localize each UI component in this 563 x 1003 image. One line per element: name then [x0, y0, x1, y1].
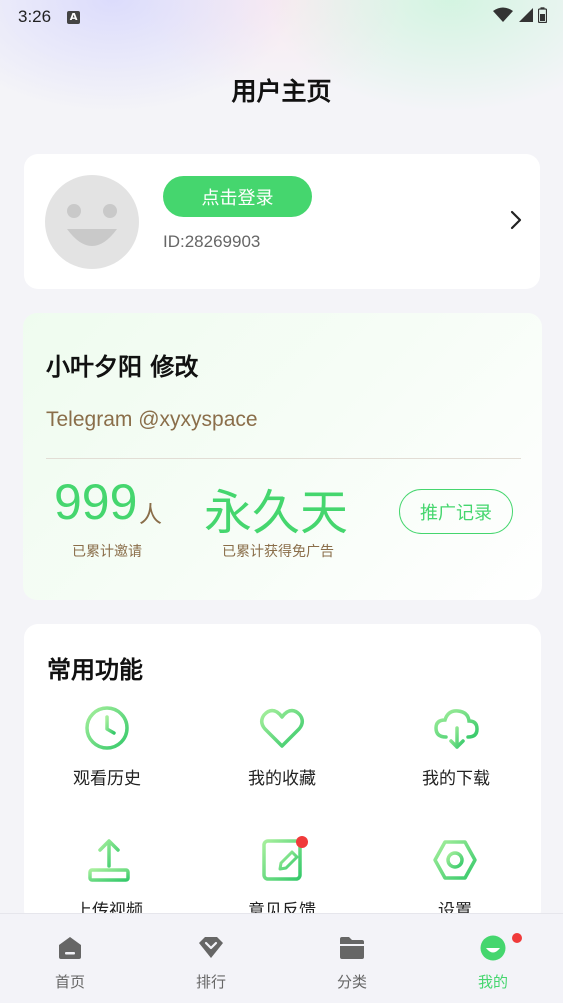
profile-icon	[480, 935, 506, 961]
function-settings[interactable]: 设置	[380, 836, 530, 921]
tab-home[interactable]: 首页	[0, 914, 140, 1003]
invite-label: 已累计邀请	[72, 544, 142, 560]
login-button[interactable]: 点击登录	[163, 176, 312, 217]
status-time: 3:26	[18, 7, 52, 26]
notification-icon: A	[67, 10, 81, 24]
promo-subtitle: Telegram @xyxyspace	[46, 408, 258, 431]
signal-icon	[519, 8, 533, 22]
settings-icon	[433, 840, 477, 880]
function-label: 我的收藏	[248, 769, 316, 789]
functions-card: 常用功能 观看历史 我的收藏 我的下载 上传视频 意见反馈 设置	[24, 624, 541, 924]
mine-badge	[512, 933, 522, 943]
page-title: 用户主页	[231, 77, 332, 106]
clock-icon	[85, 706, 129, 750]
wifi-icon	[493, 7, 513, 22]
folder-icon	[340, 937, 364, 959]
tab-ranking[interactable]: 排行	[141, 914, 281, 1003]
function-downloads[interactable]: 我的下载	[381, 704, 531, 789]
status-bar: 3:26 A	[0, 0, 563, 34]
smiley-avatar-icon	[67, 204, 117, 246]
login-card[interactable]: 点击登录 ID:28269903	[24, 154, 540, 289]
cloud-download-icon	[434, 709, 479, 749]
tab-label: 我的	[477, 973, 508, 991]
functions-title: 常用功能	[47, 656, 143, 684]
divider	[46, 458, 521, 459]
promotion-record-button[interactable]: 推广记录	[399, 489, 513, 534]
invite-count: 999	[54, 474, 138, 530]
bottom-tab-bar: 首页 排行 分类 我的	[0, 913, 563, 1003]
function-feedback[interactable]: 意见反馈	[207, 836, 357, 921]
function-label: 观看历史	[73, 769, 141, 789]
battery-icon	[538, 7, 547, 23]
tab-label: 首页	[54, 973, 85, 991]
heart-icon	[260, 708, 304, 748]
avatar[interactable]	[45, 175, 139, 269]
function-upload-video[interactable]: 上传视频	[34, 836, 184, 921]
tab-label: 排行	[195, 973, 226, 991]
user-id: ID:28269903	[163, 232, 261, 251]
invite-unit: 人	[139, 502, 162, 528]
feedback-badge	[296, 836, 308, 848]
tab-label: 分类	[336, 973, 367, 991]
upload-icon	[88, 839, 130, 882]
chevron-right-icon[interactable]	[510, 210, 522, 230]
status-icons	[493, 7, 547, 23]
tab-mine[interactable]: 我的	[423, 914, 563, 1003]
home-icon	[59, 937, 81, 959]
function-favorites[interactable]: 我的收藏	[207, 704, 357, 789]
function-watch-history[interactable]: 观看历史	[32, 704, 182, 789]
tab-categories[interactable]: 分类	[282, 914, 422, 1003]
ad-free-label: 已累计获得免广告	[222, 544, 334, 560]
ad-free-value: 永久天	[204, 485, 349, 541]
promo-title: 小叶夕阳 修改	[46, 353, 199, 381]
function-label: 我的下载	[422, 769, 490, 789]
ranking-icon	[199, 937, 223, 958]
promo-card: 小叶夕阳 修改 Telegram @xyxyspace 999 人 永久天 已累…	[23, 313, 542, 600]
